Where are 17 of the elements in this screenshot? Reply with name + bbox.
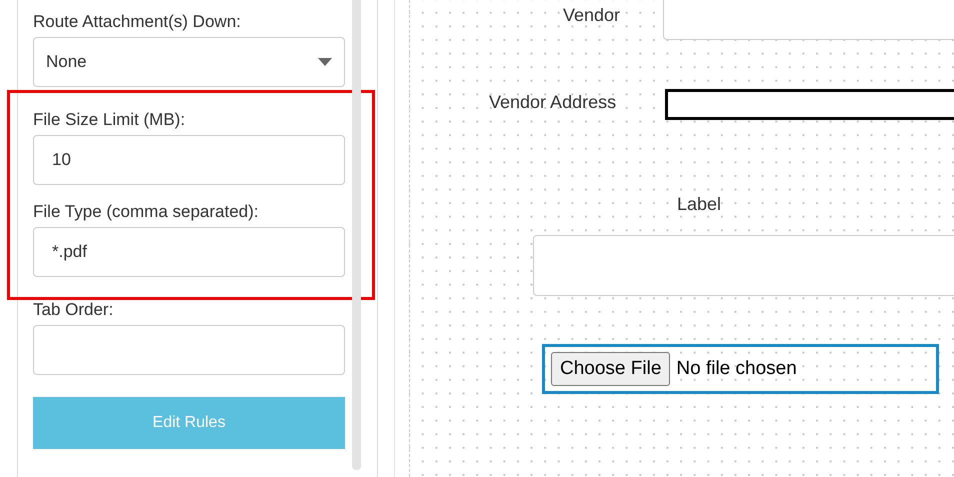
- input-field[interactable]: [665, 89, 954, 120]
- text-area[interactable]: [533, 235, 954, 296]
- file-status: No file chosen: [676, 356, 797, 381]
- caret-icon: [318, 58, 332, 66]
- field-label: Vendor Address: [489, 91, 616, 114]
- input-field[interactable]: 10: [33, 135, 345, 185]
- input-field[interactable]: *.pdf: [33, 227, 345, 277]
- dropdown[interactable]: None: [33, 37, 345, 87]
- field-label: File Size Limit (MB):: [33, 110, 186, 130]
- field-label: Route Attachment(s) Down:: [33, 12, 242, 32]
- scrollbar[interactable]: [352, 0, 361, 470]
- file-input[interactable]: Choose File No file chosen: [542, 344, 939, 394]
- field-label: Label: [677, 193, 722, 216]
- field-label: Vendor: [563, 4, 620, 27]
- field-label: File Type (comma separated):: [33, 202, 260, 222]
- field-label: Tab Order:: [33, 300, 114, 320]
- choose-file-button[interactable]: Choose File: [551, 352, 670, 386]
